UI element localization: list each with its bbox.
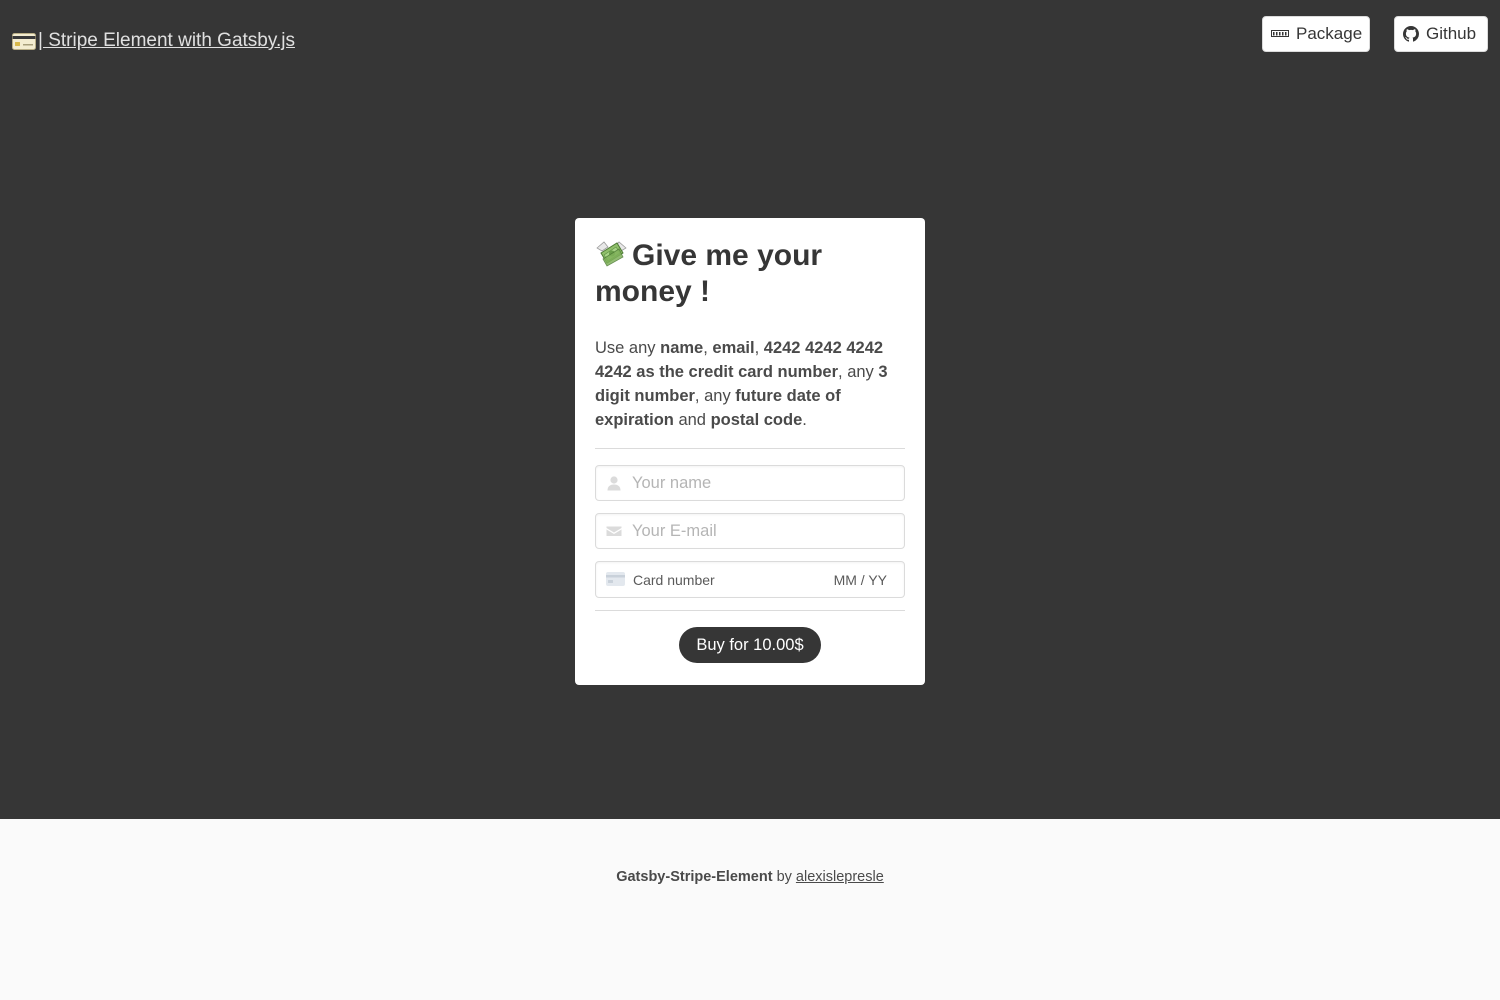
name-field[interactable]	[595, 465, 905, 501]
package-button[interactable]: Package	[1262, 16, 1370, 52]
payment-panel: Give me your money ! Use any name, email…	[575, 218, 925, 685]
user-icon	[606, 475, 622, 491]
email-field[interactable]	[595, 513, 905, 549]
package-label: Package	[1296, 24, 1363, 43]
github-label: Github	[1426, 24, 1477, 43]
buy-button[interactable]: Buy for 10.00$	[679, 627, 821, 663]
brand-title: | Stripe Element with Gatsby.js	[38, 30, 295, 51]
panel-title-text: Give me your money !	[595, 239, 823, 308]
divider	[595, 448, 905, 449]
github-button[interactable]: Github	[1394, 16, 1488, 52]
expiry-placeholder[interactable]: MM / YY	[834, 572, 887, 588]
footer: Gatsby-Stripe-Element by alexislepresle	[0, 819, 1500, 1000]
divider	[595, 610, 905, 611]
github-icon	[1403, 26, 1419, 42]
credit-card-icon	[12, 32, 36, 50]
npm-icon	[1271, 30, 1289, 38]
card-number-placeholder[interactable]: Card number	[633, 572, 715, 588]
buy-row: Buy for 10.00$	[595, 627, 905, 663]
footer-project: Gatsby-Stripe-Element	[616, 869, 773, 885]
card-brand-icon	[606, 572, 625, 588]
envelope-icon	[606, 523, 622, 539]
email-input[interactable]	[596, 514, 904, 548]
card-element[interactable]: Card number MM / YY	[595, 561, 905, 598]
panel-title: Give me your money !	[595, 238, 905, 310]
name-input[interactable]	[596, 466, 904, 500]
instructions-text: Use any name, email, 4242 4242 4242 4242…	[595, 339, 888, 429]
footer-text: Gatsby-Stripe-Element by alexislepresle	[616, 869, 884, 885]
money-with-wings-icon	[595, 239, 628, 267]
hero-section: | Stripe Element with Gatsby.js Package …	[0, 0, 1500, 819]
brand-link[interactable]: | Stripe Element with Gatsby.js	[12, 30, 295, 52]
author-link[interactable]: alexislepresle	[796, 869, 884, 885]
